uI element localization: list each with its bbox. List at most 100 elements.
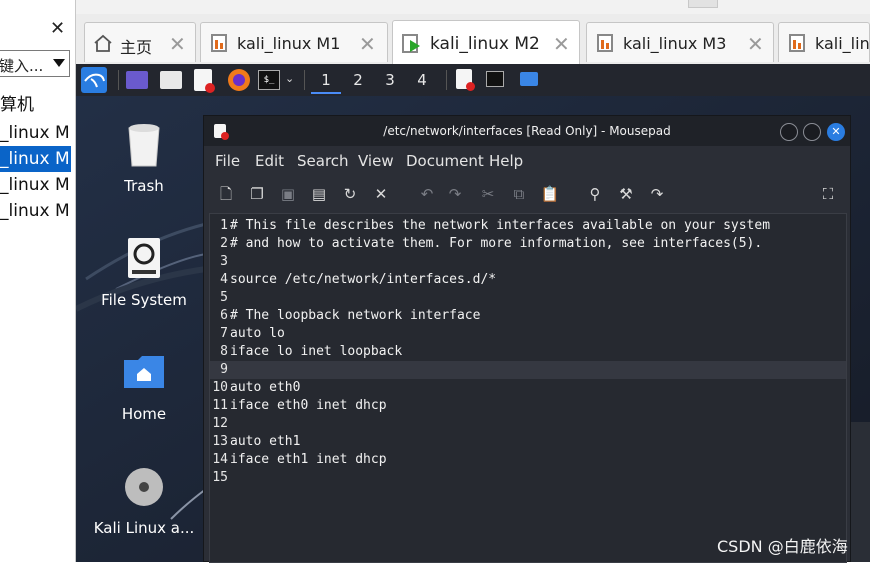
close-tab-icon[interactable]: ✕ [169,32,186,56]
line-number: 9 [220,362,228,377]
kali-menu-icon[interactable] [81,67,107,93]
fullscreen-icon[interactable]: ⛶ [818,184,838,204]
save-as-icon[interactable]: ▤ [309,184,329,204]
library-item-computer[interactable]: 算机 [0,92,71,118]
window-title: /etc/network/interfaces [Read Only] - Mo… [383,124,671,138]
library-item-vm3[interactable]: _linux M [0,172,71,198]
line-number: 7 [220,326,228,341]
tab-home[interactable]: 主页 ✕ [84,22,196,62]
show-desktop-icon[interactable] [126,71,148,89]
close-document-icon[interactable]: ✕ [371,184,391,204]
close-tab-icon[interactable]: ✕ [553,32,570,56]
text-editor[interactable]: 1 # This file describes the network inter… [209,213,847,563]
workspace-4[interactable]: 4 [407,68,437,92]
mousepad-window: /etc/network/interfaces [Read Only] - Mo… [203,115,851,563]
go-to-line-icon[interactable]: ↷ [647,184,667,204]
paste-icon[interactable]: 📋 [540,184,560,204]
chevron-down-icon[interactable]: ⌄ [285,72,294,85]
top-panel: $_ ⌄ 1 2 3 4 [76,64,870,96]
save-icon[interactable]: ▣ [278,184,298,204]
tab-vm1[interactable]: kali_linux M1 ✕ [200,22,388,62]
editor-line[interactable]: 6 # The loopback network interface [210,307,846,325]
workspace-1[interactable]: 1 [311,68,341,94]
line-number: 8 [220,344,228,359]
tab-vm3[interactable]: kali_linux M3 ✕ [586,22,774,62]
panel-separator [446,70,447,90]
library-item-vm4[interactable]: _linux M [0,198,71,224]
reload-icon[interactable]: ↻ [340,184,360,204]
chevron-down-icon[interactable] [53,59,65,67]
line-number: 6 [220,308,228,323]
editor-line[interactable]: 14 iface eth1 inet dhcp [210,451,846,469]
firefox-icon[interactable] [228,69,250,91]
editor-line[interactable]: 15 [210,469,846,487]
tab-vm1-label: kali_linux M1 [237,34,341,53]
editor-line[interactable]: 4 source /etc/network/interfaces.d/* [210,271,846,289]
home-folder-icon[interactable] [122,354,166,390]
menu-document[interactable]: Document [406,152,484,170]
toolbar: 🗋 ❐ ▣ ▤ ↻ ✕ ↶ ↷ ✂ ⧉ 📋 ⚲ ⚒ ↷ ⛶ [204,176,850,212]
tab-vm3-label: kali_linux M3 [623,34,727,53]
mousepad-titlebar[interactable]: /etc/network/interfaces [Read Only] - Mo… [204,116,850,146]
editor-line[interactable]: 7 auto lo [210,325,846,343]
workspace-3[interactable]: 3 [375,68,405,92]
trash-icon[interactable] [126,122,162,168]
vm-running-icon [402,34,420,53]
file-system-icon[interactable] [126,236,162,280]
disc-icon[interactable] [124,467,164,507]
editor-line[interactable]: 1 # This file describes the network inter… [210,217,846,235]
toolbar-button-fragment[interactable] [688,0,718,8]
close-tab-icon[interactable]: ✕ [359,32,376,56]
library-item-vm2[interactable]: _linux M [0,146,71,172]
editor-line[interactable]: 9 [210,361,846,379]
editor-line[interactable]: 2 # and how to activate them. For more in… [210,235,846,253]
taskbar-terminal-icon[interactable] [486,71,504,87]
file-system-label: File System [101,291,187,309]
close-window-button[interactable]: ✕ [827,123,845,141]
taskbar-folder-icon[interactable] [520,72,538,86]
editor-line[interactable]: 12 [210,415,846,433]
maximize-button[interactable] [803,123,821,141]
new-window-icon[interactable]: ❐ [247,184,267,204]
editor-line[interactable]: 8 iface lo inet loopback [210,343,846,361]
minimize-button[interactable] [780,123,798,141]
find-replace-icon[interactable]: ⚒ [616,184,636,204]
text-editor-icon[interactable] [194,69,215,93]
close-library-icon[interactable]: ✕ [50,20,65,38]
tab-home-label: 主页 [120,38,153,57]
menu-view[interactable]: View [358,152,394,170]
menu-help[interactable]: Help [489,152,523,170]
terminal-icon[interactable]: $_ [258,70,280,90]
cut-icon[interactable]: ✂ [478,184,498,204]
file-manager-icon[interactable] [160,71,182,89]
redo-icon[interactable]: ↷ [445,184,465,204]
close-tab-icon[interactable]: ✕ [747,32,764,56]
kali-disc-label: Kali Linux a... [93,519,195,537]
watermark: CSDN @白鹿依海 [717,537,848,556]
editor-line[interactable]: 5 [210,289,846,307]
editor-line[interactable]: 13 auto eth1 [210,433,846,451]
line-text: # This file describes the network interf… [230,218,771,233]
line-number: 3 [220,254,228,269]
find-icon[interactable]: ⚲ [585,184,605,204]
editor-line[interactable]: 3 [210,253,846,271]
line-number: 12 [212,416,228,431]
menu-edit[interactable]: Edit [255,152,284,170]
tab-vm4[interactable]: kali_linu [778,22,870,62]
line-text: auto lo [230,326,285,341]
line-number: 10 [212,380,228,395]
workspace-2[interactable]: 2 [343,68,373,92]
menu-file[interactable]: File [215,152,240,170]
library-search-text: 键入... [0,57,44,75]
editor-line[interactable]: 11 iface eth0 inet dhcp [210,397,846,415]
undo-icon[interactable]: ↶ [417,184,437,204]
taskbar-mousepad-icon[interactable] [456,69,475,91]
menu-search[interactable]: Search [297,152,349,170]
tab-strip-top [76,0,870,14]
new-document-icon[interactable]: 🗋 [216,184,236,204]
library-search-input[interactable]: 键入... [0,50,70,77]
copy-icon[interactable]: ⧉ [509,184,529,204]
tab-vm2[interactable]: kali_linux M2 ✕ [392,20,580,64]
editor-line[interactable]: 10 auto eth0 [210,379,846,397]
library-item-vm1[interactable]: _linux M [0,120,71,146]
